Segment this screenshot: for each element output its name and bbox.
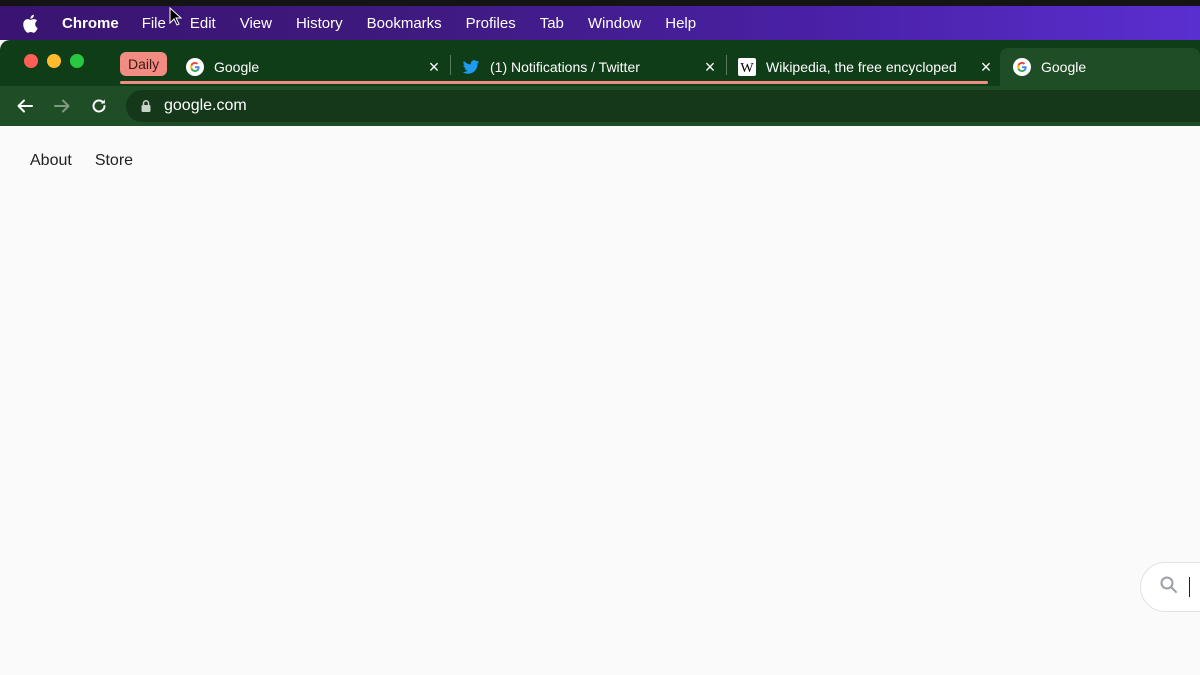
- browser-toolbar: google.com: [0, 86, 1200, 126]
- lock-icon[interactable]: [140, 99, 152, 113]
- apple-logo-icon[interactable]: [22, 13, 40, 33]
- url-text[interactable]: google.com: [164, 97, 247, 115]
- svg-text:W: W: [740, 61, 754, 76]
- search-icon: [1159, 575, 1179, 600]
- close-tab-button[interactable]: ×: [426, 58, 442, 76]
- tab-title: (1) Notifications / Twitter: [490, 59, 640, 75]
- back-arrow-icon[interactable]: [14, 95, 36, 117]
- menu-edit[interactable]: Edit: [190, 15, 216, 32]
- menu-window[interactable]: Window: [588, 15, 641, 32]
- google-icon: [186, 58, 204, 76]
- menu-profiles[interactable]: Profiles: [466, 15, 516, 32]
- menu-file[interactable]: File: [142, 15, 166, 32]
- tab-google-1[interactable]: Google ×: [186, 48, 442, 86]
- close-tab-button[interactable]: ×: [978, 58, 994, 76]
- tab-google-active[interactable]: Google: [1000, 48, 1200, 86]
- wikipedia-icon: W: [738, 58, 756, 76]
- menu-view[interactable]: View: [240, 15, 272, 32]
- tab-title: Wikipedia, the free encycloped: [766, 59, 957, 75]
- about-link[interactable]: About: [30, 152, 72, 170]
- menu-tab[interactable]: Tab: [540, 15, 564, 32]
- menu-help[interactable]: Help: [665, 15, 696, 32]
- minimize-window-button[interactable]: [47, 54, 61, 68]
- zoom-window-button[interactable]: [70, 54, 84, 68]
- reload-icon[interactable]: [88, 95, 110, 117]
- menu-chrome[interactable]: Chrome: [62, 15, 119, 32]
- address-bar[interactable]: google.com: [126, 90, 1200, 122]
- close-tab-button[interactable]: ×: [702, 58, 718, 76]
- tab-title: Google: [1041, 59, 1087, 75]
- tab-twitter[interactable]: (1) Notifications / Twitter ×: [462, 48, 718, 86]
- mouse-cursor-icon: [169, 7, 183, 26]
- menu-bookmarks[interactable]: Bookmarks: [367, 15, 442, 32]
- close-window-button[interactable]: [24, 54, 38, 68]
- top-left-links: About Store: [30, 152, 133, 170]
- twitter-icon: [462, 58, 480, 76]
- menu-history[interactable]: History: [296, 15, 343, 32]
- tab-group-label[interactable]: Daily: [120, 52, 168, 76]
- tab-strip: Daily Google × (1) Notifications / Twitt…: [0, 40, 1200, 86]
- tab-title: Google: [214, 59, 260, 75]
- text-caret: [1189, 577, 1190, 597]
- forward-arrow-icon[interactable]: [51, 95, 73, 117]
- window-controls: [24, 54, 84, 68]
- google-icon: [1013, 58, 1031, 76]
- tab-separator: [726, 55, 727, 75]
- tab-separator: [450, 55, 451, 75]
- search-input[interactable]: [1140, 562, 1200, 612]
- google-homepage: About Store: [0, 126, 1200, 675]
- tab-wikipedia[interactable]: W Wikipedia, the free encycloped ×: [738, 48, 994, 86]
- store-link[interactable]: Store: [95, 152, 133, 170]
